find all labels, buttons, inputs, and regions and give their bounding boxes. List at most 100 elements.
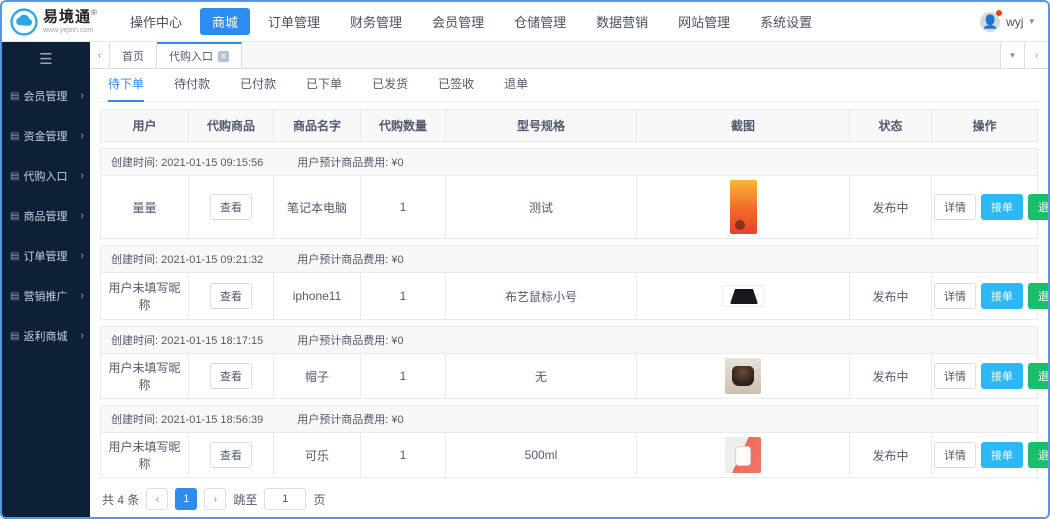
chevron-right-icon: › (214, 494, 217, 505)
cell-product-name: iphone11 (273, 273, 360, 319)
chevron-right-icon: › (80, 210, 84, 222)
detail-button[interactable]: 详情 (934, 442, 976, 468)
subtab-paid[interactable]: 已付款 (240, 69, 276, 102)
sidebar-item-rebate-mall[interactable]: ▤ 返利商城 › (2, 316, 90, 356)
table-row: 用户未填写昵称 查看 帽子 1 无 发布中 详情 接单 退单 (101, 354, 1037, 398)
refund-order-button[interactable]: 退单 (1028, 283, 1050, 309)
screenshot-thumbnail[interactable] (722, 285, 764, 307)
nav-item-finance-management[interactable]: 财务管理 (338, 8, 414, 35)
order-group: 创建时间: 2021-01-15 09:21:32 用户预计商品费用: ¥0 用… (100, 245, 1038, 320)
order-group-header: 创建时间: 2021-01-15 09:15:56 用户预计商品费用: ¥0 (101, 149, 1037, 176)
cell-user: 用户未填写昵称 (101, 273, 188, 319)
sidebar-collapse-button[interactable]: ☰ (2, 42, 90, 76)
tab-label: 代购入口 (169, 48, 213, 64)
nav-item-member-management[interactable]: 会员管理 (420, 8, 496, 35)
hamburger-icon: ☰ (39, 50, 52, 68)
cell-spec: 布艺鼠标小号 (445, 273, 636, 319)
subtab-ordered[interactable]: 已下单 (306, 69, 342, 102)
cell-status: 发布中 (849, 433, 931, 477)
next-page-button[interactable]: › (204, 488, 226, 510)
order-group: 创建时间: 2021-01-15 18:56:39 用户预计商品费用: ¥0 用… (100, 405, 1038, 478)
nav-item-data-marketing[interactable]: 数据营销 (584, 8, 660, 35)
subtab-pending-order[interactable]: 待下单 (108, 69, 144, 102)
open-tabs-bar: ‹ 首页 代购入口 ✕ ▾ › (90, 42, 1048, 69)
list-icon: ▤ (10, 291, 19, 302)
sidebar-item-marketing-promotion[interactable]: ▤ 营销推广 › (2, 276, 90, 316)
detail-button[interactable]: 详情 (934, 363, 976, 389)
tabs-dropdown-button[interactable]: ▾ (1000, 42, 1024, 68)
accept-order-button[interactable]: 接单 (981, 283, 1023, 309)
nav-item-warehouse-management[interactable]: 仓储管理 (502, 8, 578, 35)
sidebar-item-label: 会员管理 (23, 88, 76, 104)
prev-page-button[interactable]: ‹ (146, 488, 168, 510)
created-time: 创建时间: 2021-01-15 09:21:32 (111, 251, 263, 267)
accept-order-button[interactable]: 接单 (981, 194, 1023, 220)
jump-page-input[interactable] (264, 488, 306, 510)
close-icon[interactable]: ✕ (218, 51, 229, 62)
accept-order-button[interactable]: 接单 (981, 442, 1023, 468)
nav-item-operations-center[interactable]: 操作中心 (118, 8, 194, 35)
view-product-button[interactable]: 查看 (210, 363, 252, 389)
column-quantity: 代购数量 (360, 110, 445, 141)
sidebar-item-member-management[interactable]: ▤ 会员管理 › (2, 76, 90, 116)
page-unit-label: 页 (313, 491, 325, 508)
subtab-received[interactable]: 已签收 (438, 69, 474, 102)
order-group-header: 创建时间: 2021-01-15 18:56:39 用户预计商品费用: ¥0 (101, 406, 1037, 433)
subtab-pending-payment[interactable]: 待付款 (174, 69, 210, 102)
refund-order-button[interactable]: 退单 (1028, 442, 1050, 468)
nav-item-order-management[interactable]: 订单管理 (256, 8, 332, 35)
estimated-fee: 用户预计商品费用: ¥0 (297, 154, 403, 170)
brand-logo[interactable]: 易境通® www.yejoin.com (10, 8, 118, 36)
chevron-left-icon: ‹ (98, 50, 101, 61)
view-product-button[interactable]: 查看 (210, 283, 252, 309)
screenshot-thumbnail[interactable] (725, 358, 761, 394)
sidebar-item-daigou-entry[interactable]: ▤ 代购入口 › (2, 156, 90, 196)
chevron-right-icon: › (80, 250, 84, 262)
cell-product-name: 可乐 (273, 433, 360, 477)
cell-spec: 测试 (445, 176, 636, 238)
created-time: 创建时间: 2021-01-15 09:15:56 (111, 154, 263, 170)
sidebar: ☰ ▤ 会员管理 › ▤ 资金管理 › ▤ 代购入口 › ▤ 商品管理 › (2, 42, 90, 517)
screenshot-thumbnail[interactable] (730, 180, 757, 234)
tab-home[interactable]: 首页 (110, 42, 157, 68)
subtab-shipped[interactable]: 已发货 (372, 69, 408, 102)
cell-spec: 500ml (445, 433, 636, 477)
sidebar-item-funds-management[interactable]: ▤ 资金管理 › (2, 116, 90, 156)
sidebar-item-order-management[interactable]: ▤ 订单管理 › (2, 236, 90, 276)
detail-button[interactable]: 详情 (934, 194, 976, 220)
view-product-button[interactable]: 查看 (210, 194, 252, 220)
screenshot-thumbnail[interactable] (725, 437, 761, 473)
column-spec: 型号规格 (445, 110, 636, 141)
tabs-scroll-right-button[interactable]: › (1024, 42, 1048, 68)
detail-button[interactable]: 详情 (934, 283, 976, 309)
list-icon: ▤ (10, 211, 19, 222)
accept-order-button[interactable]: 接单 (981, 363, 1023, 389)
chevron-right-icon: › (1035, 50, 1038, 60)
created-time: 创建时间: 2021-01-15 18:17:15 (111, 332, 263, 348)
table-row: 用户未填写昵称 查看 可乐 1 500ml 发布中 详情 接单 退单 (101, 433, 1037, 477)
order-list-panel: 待下单 待付款 已付款 已下单 已发货 已签收 退单 用户 代购商品 商品名字 … (90, 69, 1048, 519)
top-navigation: 操作中心 商城 订单管理 财务管理 会员管理 仓储管理 数据营销 网站管理 系统… (118, 8, 980, 35)
view-product-button[interactable]: 查看 (210, 442, 252, 468)
nav-item-system-settings[interactable]: 系统设置 (748, 8, 824, 35)
page-number-button[interactable]: 1 (175, 488, 197, 510)
order-group-header: 创建时间: 2021-01-15 09:21:32 用户预计商品费用: ¥0 (101, 246, 1037, 273)
tabs-scroll-left-button[interactable]: ‹ (90, 42, 110, 68)
tab-daigou-entry[interactable]: 代购入口 ✕ (157, 42, 242, 68)
refund-order-button[interactable]: 退单 (1028, 194, 1050, 220)
estimated-fee: 用户预计商品费用: ¥0 (297, 332, 403, 348)
refund-order-button[interactable]: 退单 (1028, 363, 1050, 389)
nav-item-mall[interactable]: 商城 (200, 8, 250, 35)
notification-badge (996, 10, 1002, 16)
sidebar-item-product-management[interactable]: ▤ 商品管理 › (2, 196, 90, 236)
app-window: 易境通® www.yejoin.com 操作中心 商城 订单管理 财务管理 会员… (0, 0, 1050, 519)
user-menu[interactable]: 👤 wyj ▾ (980, 12, 1038, 32)
brand-site: www.yejoin.com (43, 27, 97, 34)
cell-quantity: 1 (360, 433, 445, 477)
cell-product-name: 笔记本电脑 (273, 176, 360, 238)
cell-user: 用户未填写昵称 (101, 433, 188, 477)
sidebar-item-label: 资金管理 (23, 128, 76, 144)
subtab-returned[interactable]: 退单 (504, 69, 528, 102)
brand-text: 易境通® www.yejoin.com (43, 9, 97, 34)
nav-item-website-management[interactable]: 网站管理 (666, 8, 742, 35)
